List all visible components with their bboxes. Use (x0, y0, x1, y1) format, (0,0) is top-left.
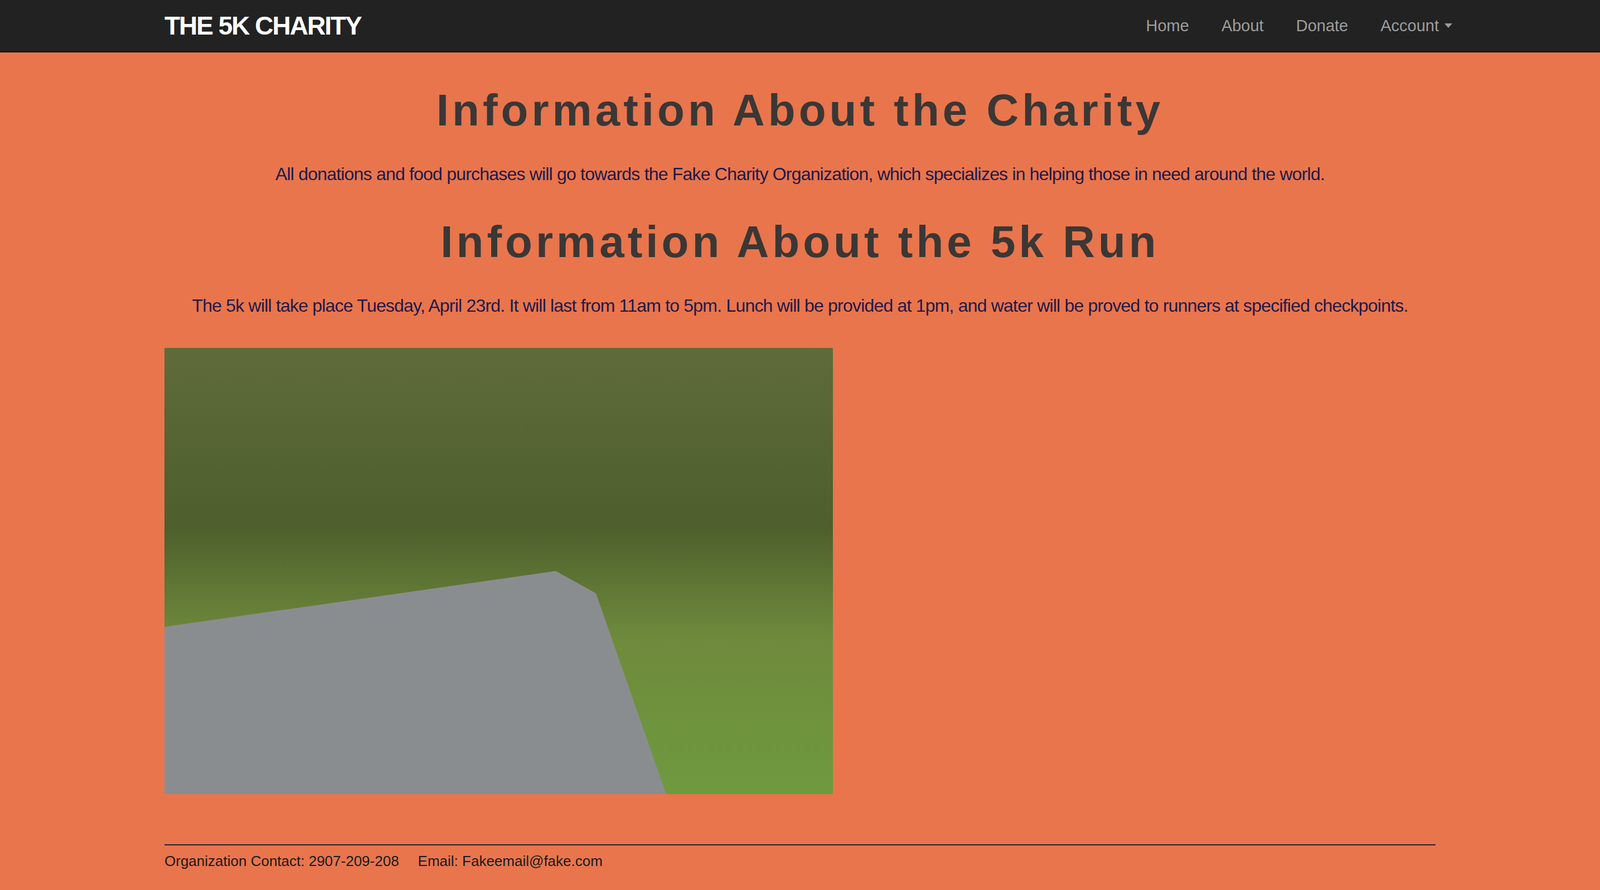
brand-link[interactable]: THE 5K CHARITY (164, 10, 362, 41)
nav-link[interactable]: Home (1146, 16, 1190, 36)
nav-link[interactable]: About (1221, 16, 1264, 36)
page: THE 5K CHARITY Home About Donate Account… (0, 0, 1600, 890)
nav-links: Home About Donate Account (1146, 16, 1453, 36)
footer: Organization Contact: 2907-209-208 Email… (164, 845, 1436, 881)
footer-divider (164, 844, 1436, 846)
navbar: THE 5K CHARITY Home About Donate Account (0, 0, 1600, 53)
section-heading: Information About the 5k Run (164, 214, 1436, 270)
road-shape (164, 570, 667, 794)
main-content: Information About the Charity All donati… (164, 52, 1436, 881)
section-heading: Information About the Charity (164, 82, 1436, 139)
nav-link[interactable]: Donate (1296, 16, 1349, 36)
caret-icon (1444, 23, 1453, 28)
section-text: All donations and food purchases will go… (164, 161, 1436, 187)
section-text: The 5k will take place Tuesday, April 23… (164, 293, 1436, 318)
runners-photo (164, 347, 833, 794)
nav-link[interactable]: Account (1380, 16, 1453, 36)
contact-email: Email: Fakeemail@fake.com (418, 851, 603, 870)
contact-phone: Organization Contact: 2907-209-208 (164, 851, 400, 870)
